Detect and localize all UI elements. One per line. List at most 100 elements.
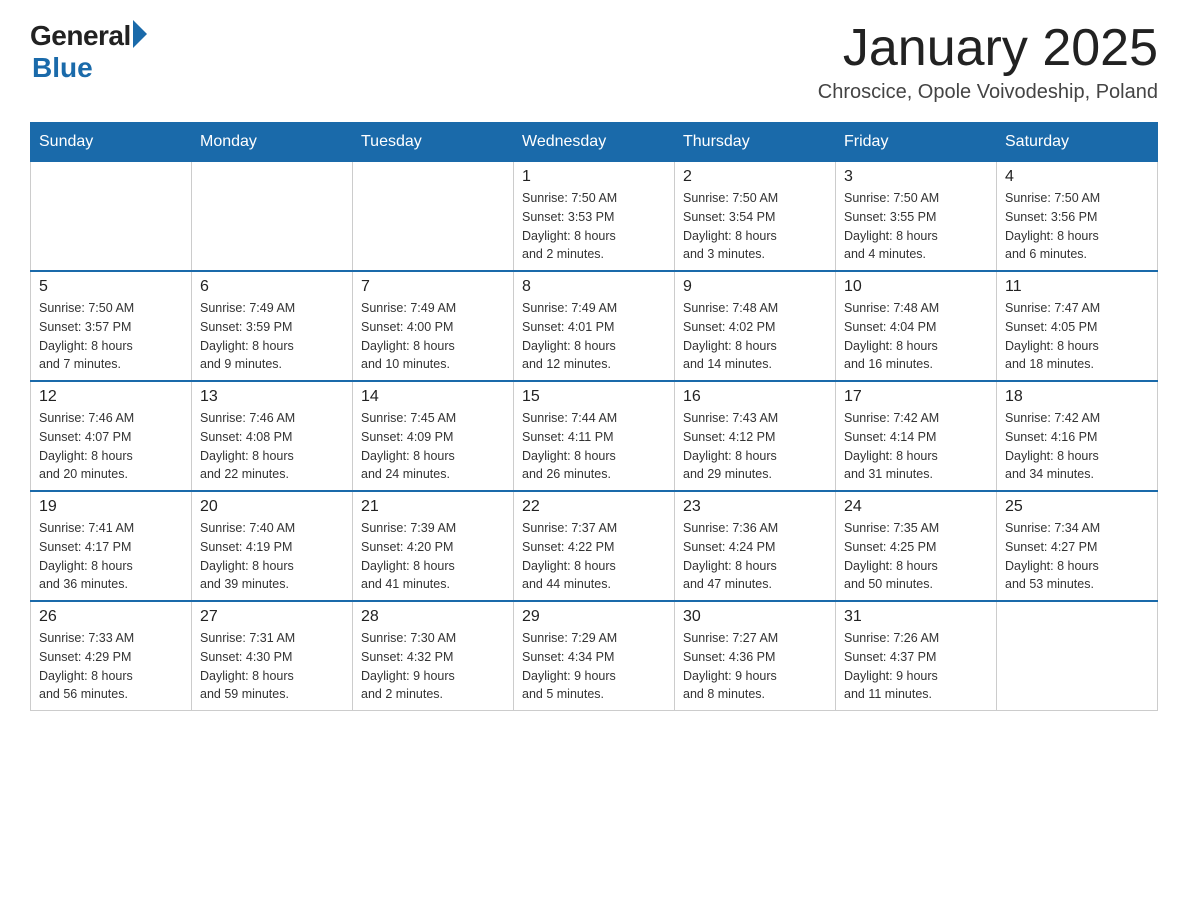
calendar-cell: 30Sunrise: 7:27 AM Sunset: 4:36 PM Dayli…: [675, 601, 836, 711]
day-number: 10: [844, 278, 988, 296]
calendar-header-tuesday: Tuesday: [353, 123, 514, 162]
calendar-cell: 21 Sunrise: 7:39 AM Sunset: 4:20 PM Dayli…: [353, 491, 514, 601]
calendar-cell: 6Sunrise: 7:49 AM Sunset: 3:59 PM Daylig…: [192, 271, 353, 381]
day-number: 23: [683, 498, 827, 516]
day-number: 7: [361, 278, 505, 296]
calendar-header-sunday: Sunday: [31, 123, 192, 162]
calendar-cell: 15 Sunrise: 7:44 AM Sunset: 4:11 PM Dayli…: [514, 381, 675, 491]
day-number: 29: [522, 608, 666, 626]
calendar-cell: 27 Sunrise: 7:31 AM Sunset: 4:30 PM Dayli…: [192, 601, 353, 711]
day-number: 11: [1005, 278, 1149, 296]
day-number: 15: [522, 388, 666, 406]
day-info: Sunrise: 7:31 AM Sunset: 4:30 PM Dayligh…: [200, 629, 344, 704]
day-info: Sunrise: 7:50 AM Sunset: 3:56 PM Dayligh…: [1005, 189, 1149, 264]
calendar-header-wednesday: Wednesday: [514, 123, 675, 162]
logo-row1: General: [30, 20, 147, 52]
calendar-cell: 2 Sunrise: 7:50 AM Sunset: 3:54 PM Daylig…: [675, 162, 836, 272]
calendar-week-row: 12 Sunrise: 7:46 AM Sunset: 4:07 PM Dayli…: [31, 381, 1158, 491]
calendar-cell: 10 Sunrise: 7:48 AM Sunset: 4:04 PM Dayli…: [836, 271, 997, 381]
day-info: Sunrise: 7:30 AM Sunset: 4:32 PM Dayligh…: [361, 629, 505, 704]
calendar-header-row: SundayMondayTuesdayWednesdayThursdayFrid…: [31, 123, 1158, 162]
calendar-week-row: 5Sunrise: 7:50 AM Sunset: 3:57 PM Daylig…: [31, 271, 1158, 381]
day-info: Sunrise: 7:42 AM Sunset: 4:14 PM Dayligh…: [844, 409, 988, 484]
calendar-cell: [192, 162, 353, 272]
day-info: Sunrise: 7:48 AM Sunset: 4:02 PM Dayligh…: [683, 299, 827, 374]
calendar-cell: 20 Sunrise: 7:40 AM Sunset: 4:19 PM Dayli…: [192, 491, 353, 601]
calendar-cell: 1 Sunrise: 7:50 AM Sunset: 3:53 PM Daylig…: [514, 162, 675, 272]
day-number: 18: [1005, 388, 1149, 406]
calendar-cell: 17Sunrise: 7:42 AM Sunset: 4:14 PM Dayli…: [836, 381, 997, 491]
calendar-cell: 31 Sunrise: 7:26 AM Sunset: 4:37 PM Dayli…: [836, 601, 997, 711]
day-info: Sunrise: 7:46 AM Sunset: 4:08 PM Dayligh…: [200, 409, 344, 484]
day-number: 21: [361, 498, 505, 516]
day-number: 26: [39, 608, 183, 626]
calendar-cell: 16Sunrise: 7:43 AM Sunset: 4:12 PM Dayli…: [675, 381, 836, 491]
calendar-cell: 3Sunrise: 7:50 AM Sunset: 3:55 PM Daylig…: [836, 162, 997, 272]
calendar-cell: 25 Sunrise: 7:34 AM Sunset: 4:27 PM Dayli…: [997, 491, 1158, 601]
day-info: Sunrise: 7:50 AM Sunset: 3:53 PM Dayligh…: [522, 189, 666, 264]
calendar-cell: 7Sunrise: 7:49 AM Sunset: 4:00 PM Daylig…: [353, 271, 514, 381]
day-number: 20: [200, 498, 344, 516]
day-info: Sunrise: 7:50 AM Sunset: 3:54 PM Dayligh…: [683, 189, 827, 264]
day-info: Sunrise: 7:36 AM Sunset: 4:24 PM Dayligh…: [683, 519, 827, 594]
calendar-title: January 2025: [818, 20, 1158, 77]
calendar-cell: 8 Sunrise: 7:49 AM Sunset: 4:01 PM Daylig…: [514, 271, 675, 381]
calendar-cell: 22 Sunrise: 7:37 AM Sunset: 4:22 PM Dayli…: [514, 491, 675, 601]
day-number: 13: [200, 388, 344, 406]
calendar-cell: 13 Sunrise: 7:46 AM Sunset: 4:08 PM Dayli…: [192, 381, 353, 491]
day-info: Sunrise: 7:40 AM Sunset: 4:19 PM Dayligh…: [200, 519, 344, 594]
title-area: January 2025 Chroscice, Opole Voivodeshi…: [818, 20, 1158, 104]
calendar-cell: 5Sunrise: 7:50 AM Sunset: 3:57 PM Daylig…: [31, 271, 192, 381]
day-info: Sunrise: 7:29 AM Sunset: 4:34 PM Dayligh…: [522, 629, 666, 704]
day-info: Sunrise: 7:37 AM Sunset: 4:22 PM Dayligh…: [522, 519, 666, 594]
logo-blue-text: Blue: [32, 52, 93, 84]
day-info: Sunrise: 7:35 AM Sunset: 4:25 PM Dayligh…: [844, 519, 988, 594]
calendar-week-row: 1 Sunrise: 7:50 AM Sunset: 3:53 PM Daylig…: [31, 162, 1158, 272]
calendar-week-row: 19 Sunrise: 7:41 AM Sunset: 4:17 PM Dayli…: [31, 491, 1158, 601]
calendar-week-row: 26 Sunrise: 7:33 AM Sunset: 4:29 PM Dayli…: [31, 601, 1158, 711]
calendar-header-friday: Friday: [836, 123, 997, 162]
day-info: Sunrise: 7:26 AM Sunset: 4:37 PM Dayligh…: [844, 629, 988, 704]
day-info: Sunrise: 7:48 AM Sunset: 4:04 PM Dayligh…: [844, 299, 988, 374]
day-number: 31: [844, 608, 988, 626]
day-number: 14: [361, 388, 505, 406]
day-number: 8: [522, 278, 666, 296]
day-info: Sunrise: 7:43 AM Sunset: 4:12 PM Dayligh…: [683, 409, 827, 484]
calendar-cell: 4 Sunrise: 7:50 AM Sunset: 3:56 PM Daylig…: [997, 162, 1158, 272]
calendar-cell: 24 Sunrise: 7:35 AM Sunset: 4:25 PM Dayli…: [836, 491, 997, 601]
day-info: Sunrise: 7:42 AM Sunset: 4:16 PM Dayligh…: [1005, 409, 1149, 484]
day-number: 2: [683, 168, 827, 186]
day-number: 12: [39, 388, 183, 406]
day-number: 5: [39, 278, 183, 296]
day-number: 4: [1005, 168, 1149, 186]
day-info: Sunrise: 7:49 AM Sunset: 4:01 PM Dayligh…: [522, 299, 666, 374]
day-number: 27: [200, 608, 344, 626]
calendar-cell: 12 Sunrise: 7:46 AM Sunset: 4:07 PM Dayli…: [31, 381, 192, 491]
day-number: 1: [522, 168, 666, 186]
calendar-header-saturday: Saturday: [997, 123, 1158, 162]
day-number: 22: [522, 498, 666, 516]
logo-row2: Blue: [30, 52, 147, 84]
day-info: Sunrise: 7:34 AM Sunset: 4:27 PM Dayligh…: [1005, 519, 1149, 594]
day-number: 9: [683, 278, 827, 296]
logo-general-text: General: [30, 20, 131, 52]
day-info: Sunrise: 7:41 AM Sunset: 4:17 PM Dayligh…: [39, 519, 183, 594]
calendar-cell: 9 Sunrise: 7:48 AM Sunset: 4:02 PM Daylig…: [675, 271, 836, 381]
day-number: 24: [844, 498, 988, 516]
calendar-cell: 11Sunrise: 7:47 AM Sunset: 4:05 PM Dayli…: [997, 271, 1158, 381]
logo-arrow-icon: [133, 20, 147, 48]
calendar-cell: [31, 162, 192, 272]
day-number: 25: [1005, 498, 1149, 516]
day-info: Sunrise: 7:46 AM Sunset: 4:07 PM Dayligh…: [39, 409, 183, 484]
day-number: 3: [844, 168, 988, 186]
day-info: Sunrise: 7:27 AM Sunset: 4:36 PM Dayligh…: [683, 629, 827, 704]
calendar-cell: 23 Sunrise: 7:36 AM Sunset: 4:24 PM Dayli…: [675, 491, 836, 601]
calendar-cell: 28Sunrise: 7:30 AM Sunset: 4:32 PM Dayli…: [353, 601, 514, 711]
calendar-cell: 18 Sunrise: 7:42 AM Sunset: 4:16 PM Dayli…: [997, 381, 1158, 491]
day-info: Sunrise: 7:39 AM Sunset: 4:20 PM Dayligh…: [361, 519, 505, 594]
day-number: 19: [39, 498, 183, 516]
day-info: Sunrise: 7:33 AM Sunset: 4:29 PM Dayligh…: [39, 629, 183, 704]
day-info: Sunrise: 7:45 AM Sunset: 4:09 PM Dayligh…: [361, 409, 505, 484]
day-info: Sunrise: 7:44 AM Sunset: 4:11 PM Dayligh…: [522, 409, 666, 484]
page-header: General Blue January 2025 Chroscice, Opo…: [30, 20, 1158, 104]
